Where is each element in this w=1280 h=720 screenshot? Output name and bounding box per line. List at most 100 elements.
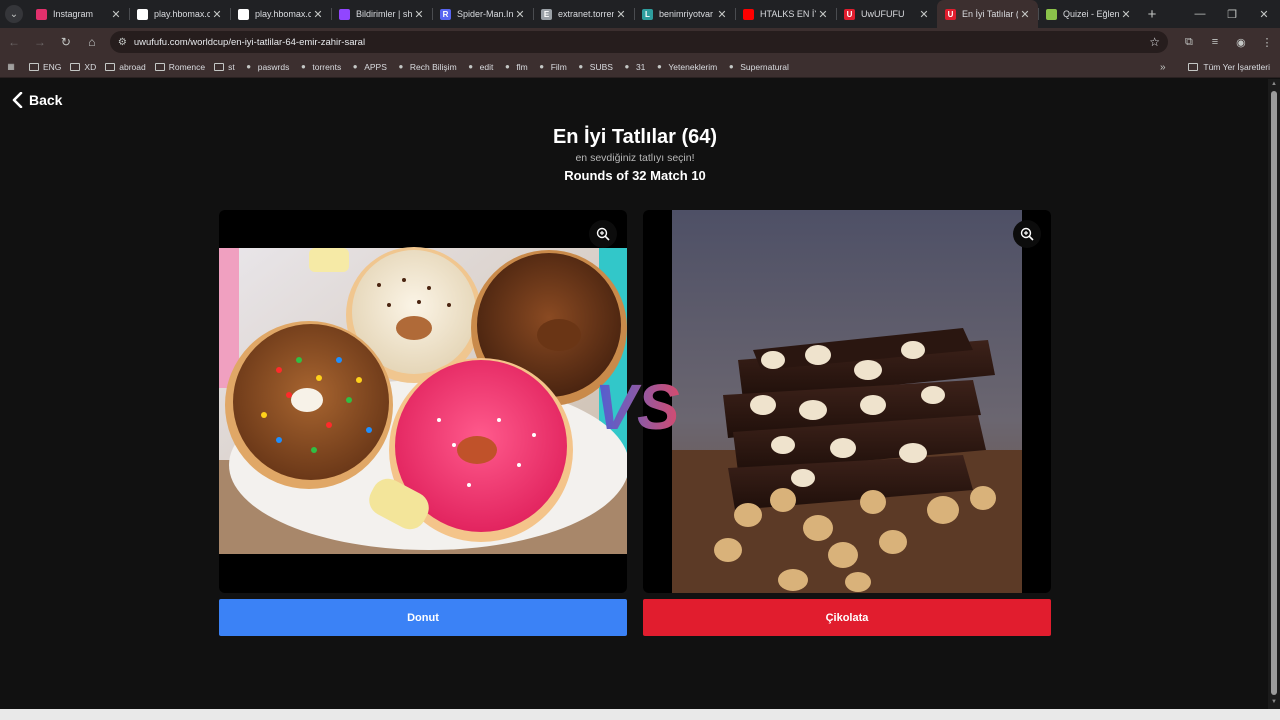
chocolate-image-card[interactable]	[643, 210, 1051, 593]
browser-tab[interactable]: play.hbomax.c ✕	[230, 0, 331, 28]
close-tab-icon[interactable]: ✕	[1018, 8, 1032, 21]
bookmark-star-icon[interactable]: ☆	[1149, 35, 1160, 49]
bookmark-item[interactable]: ● 31	[622, 62, 646, 72]
bookmark-item[interactable]: ● edit	[466, 61, 494, 72]
close-tab-icon[interactable]: ✕	[109, 8, 123, 21]
donut-label: Donut	[407, 611, 439, 624]
close-tab-icon[interactable]: ✕	[614, 8, 628, 21]
tab-title: HTALKS EN İYİ	[760, 9, 816, 19]
choose-chocolate-button[interactable]: Çikolata	[643, 599, 1051, 636]
address-bar[interactable]: ⚙ uwufufu.com/worldcup/en-iyi-tatlilar-6…	[109, 31, 1168, 53]
close-window-icon[interactable]: ✕	[1248, 0, 1280, 28]
browser-tab[interactable]: Eextranet.torren ✕	[533, 0, 634, 28]
bookmark-favicon-icon: ●	[468, 62, 474, 71]
browser-tab[interactable]: Instagram ✕	[28, 0, 129, 28]
bookmark-favicon-icon: ●	[539, 62, 545, 71]
all-bookmarks-folder[interactable]: Tüm Yer İşaretleri	[1188, 56, 1270, 78]
bookmark-label: edit	[479, 61, 494, 72]
bookmark-label: Yeteneklerim	[668, 61, 718, 72]
bookmark-item[interactable]: ● APPS	[350, 62, 387, 72]
close-tab-icon[interactable]: ✕	[715, 8, 729, 21]
tab-title: En İyi Tatlılar (6	[962, 9, 1018, 19]
bookmark-favicon-icon: ●	[656, 62, 662, 71]
bookmark-item[interactable]: st	[214, 62, 235, 72]
zoom-in-icon[interactable]	[1013, 220, 1041, 248]
forward-nav-icon[interactable]: →	[28, 30, 52, 54]
bookmark-item[interactable]: ENG	[29, 62, 61, 72]
bookmark-label: paswrds	[257, 61, 290, 72]
reload-icon[interactable]: ↻	[54, 30, 78, 54]
bookmark-item[interactable]: ● Supernatural	[726, 62, 789, 72]
folder-icon	[70, 62, 81, 71]
browser-tab[interactable]: Lbenimriyotvar ✕	[634, 0, 735, 28]
browser-tab[interactable]: R Spider-Man.In ✕	[432, 0, 533, 28]
bookmark-item[interactable]: XD	[70, 62, 96, 72]
browser-tab[interactable]: U En İyi Tatlılar (6 ✕	[937, 0, 1038, 28]
tab-title: benimriyotvar	[659, 9, 714, 19]
home-icon[interactable]: ⌂	[80, 30, 104, 54]
site-info-icon[interactable]: ⚙	[118, 37, 134, 48]
apps-grid-icon[interactable]: ▦	[6, 62, 20, 72]
donut-image-card[interactable]	[219, 210, 627, 593]
vertical-scrollbar[interactable]: ▲ ▼	[1268, 79, 1280, 709]
bookmark-item[interactable]: abroad	[105, 61, 146, 72]
tab-favicon-icon	[137, 8, 148, 20]
browser-toolbar: ← → ↻ ⌂ ⚙ uwufufu.com/worldcup/en-iyi-ta…	[0, 28, 1280, 56]
close-tab-icon[interactable]: ✕	[917, 8, 931, 21]
bookmark-item[interactable]: ● SUBS	[576, 62, 613, 72]
browser-tab[interactable]: Quizei - Eğlenc ✕	[1038, 0, 1139, 28]
bookmark-label: ENG	[43, 61, 62, 72]
extensions-icon[interactable]: ⧉	[1176, 30, 1202, 54]
tab-title: play.hbomax.c	[154, 9, 210, 19]
bookmark-item[interactable]: ● Film	[537, 61, 567, 72]
folder-icon	[1188, 63, 1199, 71]
menu-kebab-icon[interactable]: ⋮	[1254, 30, 1280, 54]
close-tab-icon[interactable]: ✕	[1119, 8, 1133, 21]
bookmark-item[interactable]: Romence	[154, 62, 205, 72]
bookmark-favicon-icon: ●	[504, 62, 510, 71]
profile-avatar[interactable]: ◉	[1228, 30, 1254, 54]
svg-text:VS: VS	[594, 375, 680, 439]
tab-search-button[interactable]: ⌄	[0, 0, 28, 28]
scrollbar-thumb[interactable]	[1271, 91, 1277, 695]
bookmarks-overflow-icon[interactable]: »	[1160, 56, 1166, 78]
close-tab-icon[interactable]: ✕	[816, 8, 830, 21]
browser-tab[interactable]: U UwUFUFU ✕	[836, 0, 937, 28]
tab-favicon-icon: U	[844, 8, 855, 20]
restore-icon[interactable]: ❐	[1216, 0, 1248, 28]
zoom-in-icon[interactable]	[589, 220, 617, 248]
close-tab-icon[interactable]: ✕	[412, 8, 426, 21]
close-tab-icon[interactable]: ✕	[210, 8, 224, 21]
scroll-down-icon[interactable]: ▼	[1270, 699, 1278, 707]
bookmark-label: abroad	[119, 61, 146, 72]
tab-title: play.hbomax.c	[255, 9, 311, 19]
url-text: uwufufu.com/worldcup/en-iyi-tatlilar-64-…	[133, 36, 366, 48]
tab-favicon-icon: E	[541, 8, 552, 20]
browser-tab[interactable]: Bildirimler | sh ✕	[331, 0, 432, 28]
page-title: En İyi Tatlılar (64)	[552, 126, 718, 148]
choose-donut-button[interactable]: Donut	[219, 599, 627, 636]
bookmark-item[interactable]: ● torrents	[298, 62, 341, 72]
bookmark-item[interactable]: ● Rech Bilişim	[396, 62, 456, 72]
media-control-icon[interactable]: ≡	[1202, 30, 1228, 54]
chocolate-label: Çikolata	[825, 611, 869, 624]
browser-tab[interactable]: HTALKS EN İYİ✕	[735, 0, 836, 28]
bookmark-favicon-icon: ●	[728, 62, 734, 71]
minimize-icon[interactable]: —	[1184, 0, 1216, 28]
bookmark-item[interactable]: ● Yeteneklerim	[654, 62, 717, 72]
close-tab-icon[interactable]: ✕	[311, 8, 325, 21]
tab-favicon-icon: R	[440, 8, 451, 20]
tab-favicon-icon	[743, 8, 754, 20]
bookmark-item[interactable]: ● flm	[502, 62, 528, 72]
back-button[interactable]: Back	[12, 92, 62, 108]
close-tab-icon[interactable]: ✕	[513, 8, 527, 21]
browser-tab[interactable]: play.hbomax.c ✕	[129, 0, 230, 28]
bookmark-label: Film	[550, 61, 567, 72]
bookmark-item[interactable]: ● paswrds	[244, 61, 290, 72]
back-nav-icon[interactable]: ←	[2, 30, 26, 54]
new-tab-button[interactable]: +	[1139, 0, 1165, 28]
scroll-up-icon[interactable]: ▲	[1270, 81, 1278, 89]
bookmarks-bar: ▦ ENG XD abroad Romence st ● paswrds ● torrents ●…	[0, 56, 1280, 78]
horizontal-scrollbar[interactable]	[0, 709, 1280, 720]
bookmark-favicon-icon: ●	[398, 62, 404, 71]
